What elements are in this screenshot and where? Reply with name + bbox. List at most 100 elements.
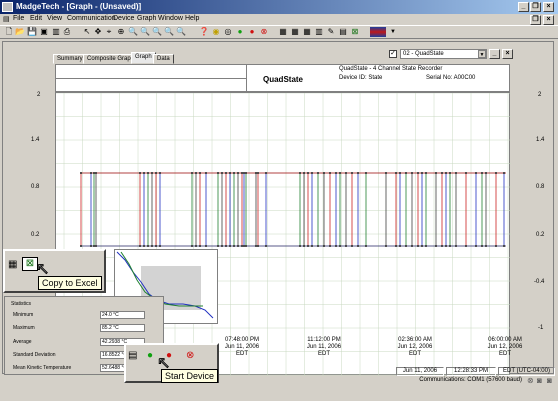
menu-help[interactable]: Help <box>185 15 199 22</box>
data-point <box>323 172 325 174</box>
menu-window[interactable]: Window <box>158 15 183 22</box>
tab-data[interactable]: Data <box>153 54 174 64</box>
data-point <box>345 245 347 247</box>
data-point <box>233 245 235 247</box>
x-tick-label: 02:36:00 AM Jun 12, 2006 EDT <box>397 337 433 357</box>
restore-button[interactable]: ❐ <box>530 2 541 12</box>
start-device-icon[interactable]: ● <box>147 350 153 361</box>
data-point <box>95 172 97 174</box>
pan-icon[interactable]: ✥ <box>93 27 103 37</box>
data-point <box>329 172 331 174</box>
cancel-icon[interactable]: ⊗ <box>259 27 269 37</box>
data-point <box>225 245 227 247</box>
table-icon-3[interactable]: ▦ <box>302 27 312 37</box>
data-point <box>159 172 161 174</box>
data-point <box>159 245 161 247</box>
stop-device-icon[interactable]: ⊗ <box>186 350 194 361</box>
data-point <box>143 172 145 174</box>
data-point <box>147 245 149 247</box>
series-select[interactable]: 02 - QuadState <box>400 49 487 59</box>
download-icon[interactable]: ◉ <box>211 27 221 37</box>
data-point <box>503 245 505 247</box>
data-point <box>217 172 219 174</box>
data-point <box>395 172 397 174</box>
data-point <box>481 245 483 247</box>
print-icon[interactable]: ⎙ <box>62 27 72 37</box>
start-icon[interactable]: ● <box>235 27 245 37</box>
new-icon[interactable]: 🗋 <box>4 27 14 37</box>
data-point <box>217 245 219 247</box>
data-point <box>93 172 95 174</box>
print-preview-icon[interactable]: ▥ <box>51 27 61 37</box>
menu-device[interactable]: Device <box>113 15 134 22</box>
data-point <box>357 245 359 247</box>
status-time: 12:28:33 PM <box>446 367 496 376</box>
doc-close-button[interactable]: × <box>543 15 554 25</box>
chevron-down-icon[interactable]: ▼ <box>388 27 398 37</box>
tab-summary[interactable]: Summary <box>53 54 87 64</box>
open-icon[interactable]: 📂 <box>15 27 25 37</box>
select-icon[interactable]: ⌖ <box>104 27 114 37</box>
menu-graph[interactable]: Graph <box>137 15 156 22</box>
zoom-x-icon[interactable]: 🔍 <box>128 27 138 37</box>
stop-icon[interactable]: ◎ <box>223 27 233 37</box>
menu-communication[interactable]: Communication <box>67 15 116 22</box>
right-axis-label: -1 <box>538 325 544 331</box>
data-point <box>255 172 257 174</box>
right-axis-label: 2 <box>538 92 542 98</box>
series-checkbox[interactable]: ✓ <box>389 50 397 58</box>
pointer-icon[interactable]: ↖ <box>82 27 92 37</box>
data-point <box>455 172 457 174</box>
save-all-icon[interactable]: ▣ <box>39 27 49 37</box>
data-point <box>205 172 207 174</box>
stats-title: Statistics <box>11 301 32 307</box>
data-point <box>307 245 309 247</box>
record-icon[interactable]: ● <box>247 27 257 37</box>
data-point <box>357 172 359 174</box>
tab-graph[interactable]: Graph <box>131 52 156 64</box>
close-button[interactable]: × <box>543 2 554 12</box>
tab-composite-graph[interactable]: Composite Graph <box>83 54 139 64</box>
zoom-in-icon[interactable]: 🔍 <box>152 27 162 37</box>
data-point <box>399 172 401 174</box>
menu-file[interactable]: File <box>13 15 24 22</box>
data-point <box>335 245 337 247</box>
help-icon[interactable]: ❓ <box>199 27 209 37</box>
chevron-down-icon[interactable]: ▼ <box>478 50 486 58</box>
table-icon[interactable]: ▦ <box>278 27 288 37</box>
zoom-out-icon[interactable]: 🔍 <box>164 27 174 37</box>
zoom-y-icon[interactable]: 🔍 <box>140 27 150 37</box>
device-icon[interactable]: ▤ <box>128 350 137 361</box>
data-point <box>80 245 82 247</box>
data-point <box>80 172 82 174</box>
zoom-fit-icon[interactable]: 🔍 <box>176 27 186 37</box>
minimize-button[interactable]: _ <box>518 2 529 12</box>
series-minimize-button[interactable]: _ <box>489 49 500 59</box>
left-axis-label: 1.4 <box>31 137 40 143</box>
table-icon[interactable]: ▦ <box>8 259 17 270</box>
chart-icon[interactable]: ▤ <box>338 27 348 37</box>
data-point <box>441 172 443 174</box>
data-point <box>199 172 201 174</box>
stat-label: Minimum <box>13 312 34 318</box>
excel-icon[interactable]: ⊠ <box>350 27 360 37</box>
doc-restore-button[interactable]: ❐ <box>530 15 541 25</box>
edit-icon[interactable]: ✎ <box>326 27 336 37</box>
uk-flag-icon[interactable] <box>370 27 386 37</box>
data-point <box>455 245 457 247</box>
columns-icon[interactable]: ▥ <box>314 27 324 37</box>
table-icon-2[interactable]: ▦ <box>290 27 300 37</box>
data-point <box>245 245 247 247</box>
menu-edit[interactable]: Edit <box>30 15 42 22</box>
data-point <box>329 245 331 247</box>
data-point <box>229 172 231 174</box>
zoom-box-icon[interactable]: ⊕ <box>116 27 126 37</box>
data-point <box>307 172 309 174</box>
save-icon[interactable]: 💾 <box>27 27 37 37</box>
data-point <box>311 245 313 247</box>
data-point <box>465 172 467 174</box>
device-name: QuadState <box>263 75 304 84</box>
stat-value: 24.0 °C <box>100 311 145 319</box>
menu-view[interactable]: View <box>47 15 62 22</box>
series-close-button[interactable]: × <box>502 49 513 59</box>
